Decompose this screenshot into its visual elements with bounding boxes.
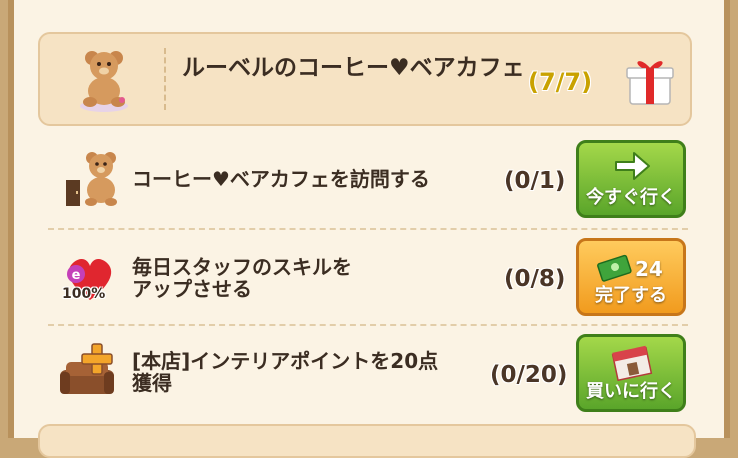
header-divider bbox=[164, 48, 166, 110]
energy-badge: 100% bbox=[62, 286, 106, 302]
go-shopping-label: 買いに行く bbox=[586, 381, 676, 402]
sofa-plus-icon bbox=[56, 342, 120, 404]
task-row-visit-cafe: コーヒー♥ベアカフェを訪問する (0/1) 今すぐ行く bbox=[48, 138, 688, 228]
go-now-button[interactable]: 今すぐ行く bbox=[576, 140, 686, 218]
teddy-bear-icon bbox=[76, 44, 132, 114]
task-progress: (0/8) bbox=[504, 266, 566, 292]
quest-title: ルーベルのコーヒー♥ベアカフェ bbox=[182, 55, 525, 81]
cash-icon bbox=[595, 251, 635, 283]
go-now-label: 今すぐ行く bbox=[586, 187, 676, 208]
teddy-bear-door-icon bbox=[62, 146, 120, 214]
svg-text:e: e bbox=[72, 268, 81, 283]
arrow-right-icon bbox=[612, 149, 652, 183]
go-shopping-button[interactable]: 買いに行く bbox=[576, 334, 686, 412]
complete-label: 完了する bbox=[595, 285, 667, 306]
task-row-interior-points: [本店]インテリアポイントを20点 獲得 (0/20) 買いに行く bbox=[48, 330, 688, 420]
task-progress: (0/20) bbox=[490, 362, 568, 388]
task-label-line1: 毎日スタッフのスキルを bbox=[132, 255, 352, 279]
task-row-staff-skill: e 100% 毎日スタッフのスキルを アップさせる (0/8) 24 完了する bbox=[48, 234, 688, 324]
gift-box-icon[interactable] bbox=[622, 52, 678, 108]
task-label-line2: 獲得 bbox=[132, 371, 172, 395]
next-quest-card bbox=[38, 424, 696, 458]
complete-button[interactable]: 24 完了する bbox=[576, 238, 686, 316]
task-label-line2: アップさせる bbox=[132, 277, 252, 301]
task-progress: (0/1) bbox=[504, 168, 566, 194]
task-label-line1: [本店]インテリアポイントを20点 bbox=[132, 349, 439, 373]
quest-header: ルーベルのコーヒー♥ベアカフェ (7/7) bbox=[38, 32, 692, 126]
shop-icon bbox=[609, 341, 655, 382]
task-divider bbox=[48, 228, 688, 230]
task-label: コーヒー♥ベアカフェを訪問する bbox=[132, 167, 430, 191]
task-divider bbox=[48, 324, 688, 326]
reward-amount: 24 bbox=[635, 257, 663, 281]
quest-progress: (7/7) bbox=[528, 68, 593, 96]
heart-energy-icon: e bbox=[60, 248, 120, 312]
